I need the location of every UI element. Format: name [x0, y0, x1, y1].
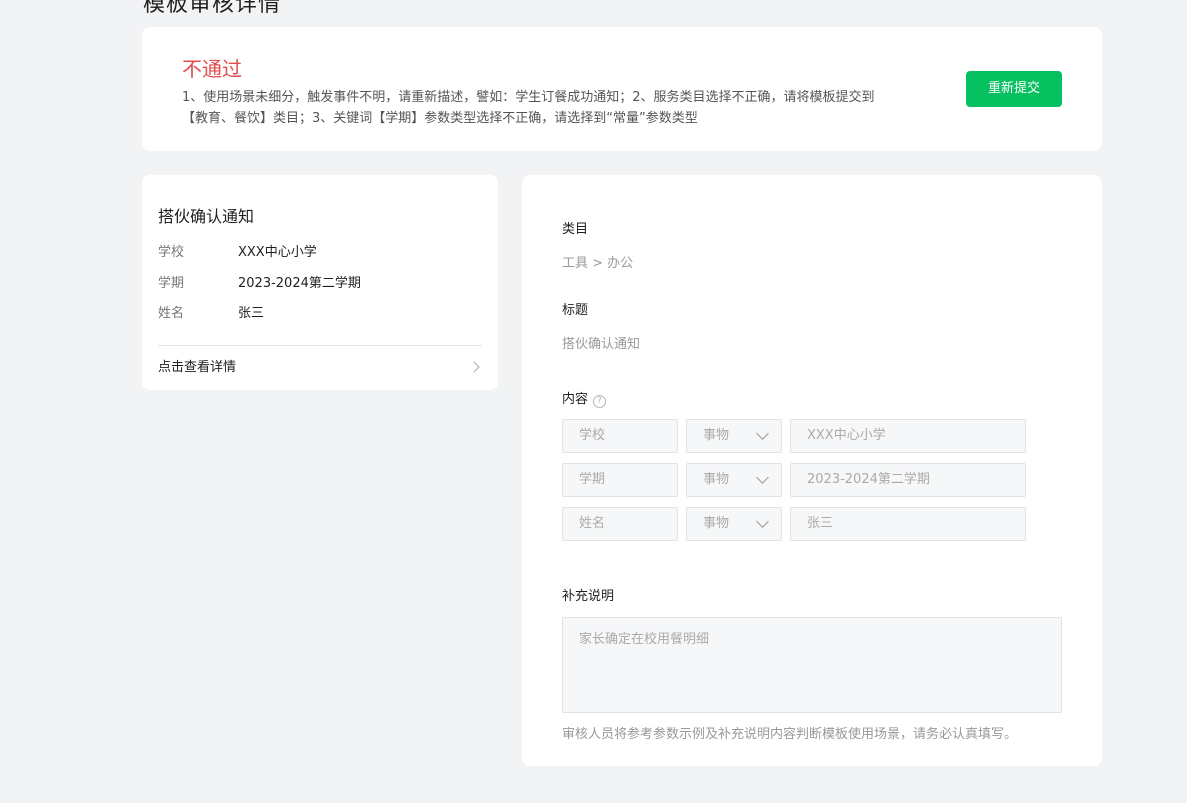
resubmit-button[interactable]: 重新提交	[966, 71, 1062, 107]
param-type-value: 事物	[703, 516, 730, 531]
preview-row: 姓名 张三	[158, 304, 264, 324]
category-label: 类目	[562, 222, 589, 237]
preview-key: 学期	[158, 276, 185, 291]
param-example-field[interactable]: XXX中心小学	[790, 419, 1026, 453]
content-label-wrap: 内容?	[562, 388, 607, 408]
page: 模板审核详情 不通过 1、使用场景未细分，触发事件不明，请重新描述，譬如：学生订…	[0, 0, 1187, 803]
param-type-select[interactable]: 事物	[686, 507, 782, 541]
review-status: 不通过	[182, 57, 242, 81]
preview-key: 姓名	[158, 306, 185, 321]
chevron-right-icon	[468, 361, 480, 373]
param-type-value: 事物	[703, 472, 730, 487]
preview-title: 搭伙确认通知	[158, 207, 255, 226]
title-label: 标题	[562, 303, 589, 318]
param-example-field[interactable]: 张三	[790, 507, 1026, 541]
view-details-link[interactable]: 点击查看详情	[158, 358, 482, 378]
chevron-down-icon	[756, 427, 769, 440]
param-type-value: 事物	[703, 428, 730, 443]
view-details-label: 点击查看详情	[158, 360, 237, 375]
preview-row: 学校 XXX中心小学	[158, 243, 317, 263]
chevron-down-icon	[756, 515, 769, 528]
param-example-field[interactable]: 2023-2024第二学期	[790, 463, 1026, 497]
chevron-down-icon	[756, 471, 769, 484]
param-type-select[interactable]: 事物	[686, 463, 782, 497]
message-preview-card: 搭伙确认通知 学校 XXX中心小学 学期 2023-2024第二学期 姓名 张三 点击…	[142, 175, 498, 390]
preview-key: 学校	[158, 245, 185, 260]
review-status-card: 不通过 1、使用场景未细分，触发事件不明，请重新描述，譬如：学生订餐成功通知；2…	[142, 27, 1102, 151]
divider	[158, 345, 482, 346]
template-form-card: 类目 工具 > 办公 标题 搭伙确认通知 内容? 学校 事物 XXX中心小学 学…	[522, 175, 1102, 766]
param-name-field[interactable]: 学期	[562, 463, 678, 497]
remark-label: 补充说明	[562, 589, 615, 604]
category-value: 工具 > 办公	[562, 256, 634, 271]
page-title: 模板审核详情	[143, 0, 282, 17]
preview-value: XXX中心小学	[238, 245, 317, 260]
review-reason: 1、使用场景未细分，触发事件不明，请重新描述，譬如：学生订餐成功通知；2、服务类…	[182, 87, 942, 129]
title-value: 搭伙确认通知	[562, 337, 641, 352]
preview-value: 张三	[238, 306, 265, 321]
remark-textarea[interactable]: 家长确定在校用餐明细	[562, 617, 1062, 713]
param-name-field[interactable]: 姓名	[562, 507, 678, 541]
review-reason-line-1: 1、使用场景未细分，触发事件不明，请重新描述，譬如：学生订餐成功通知；2、服务类…	[182, 90, 875, 105]
preview-row: 学期 2023-2024第二学期	[158, 274, 361, 294]
review-reason-line-2: 【教育、餐饮】类目；3、关键词【学期】参数类型选择不正确，请选择到“常量”参数类…	[182, 111, 698, 126]
param-type-select[interactable]: 事物	[686, 419, 782, 453]
content-label: 内容	[562, 392, 589, 407]
preview-value: 2023-2024第二学期	[238, 276, 361, 291]
param-name-field[interactable]: 学校	[562, 419, 678, 453]
help-icon[interactable]: ?	[593, 395, 607, 408]
remark-hint: 审核人员将参考参数示例及补充说明内容判断模板使用场景，请务必认真填写。	[562, 727, 1018, 742]
